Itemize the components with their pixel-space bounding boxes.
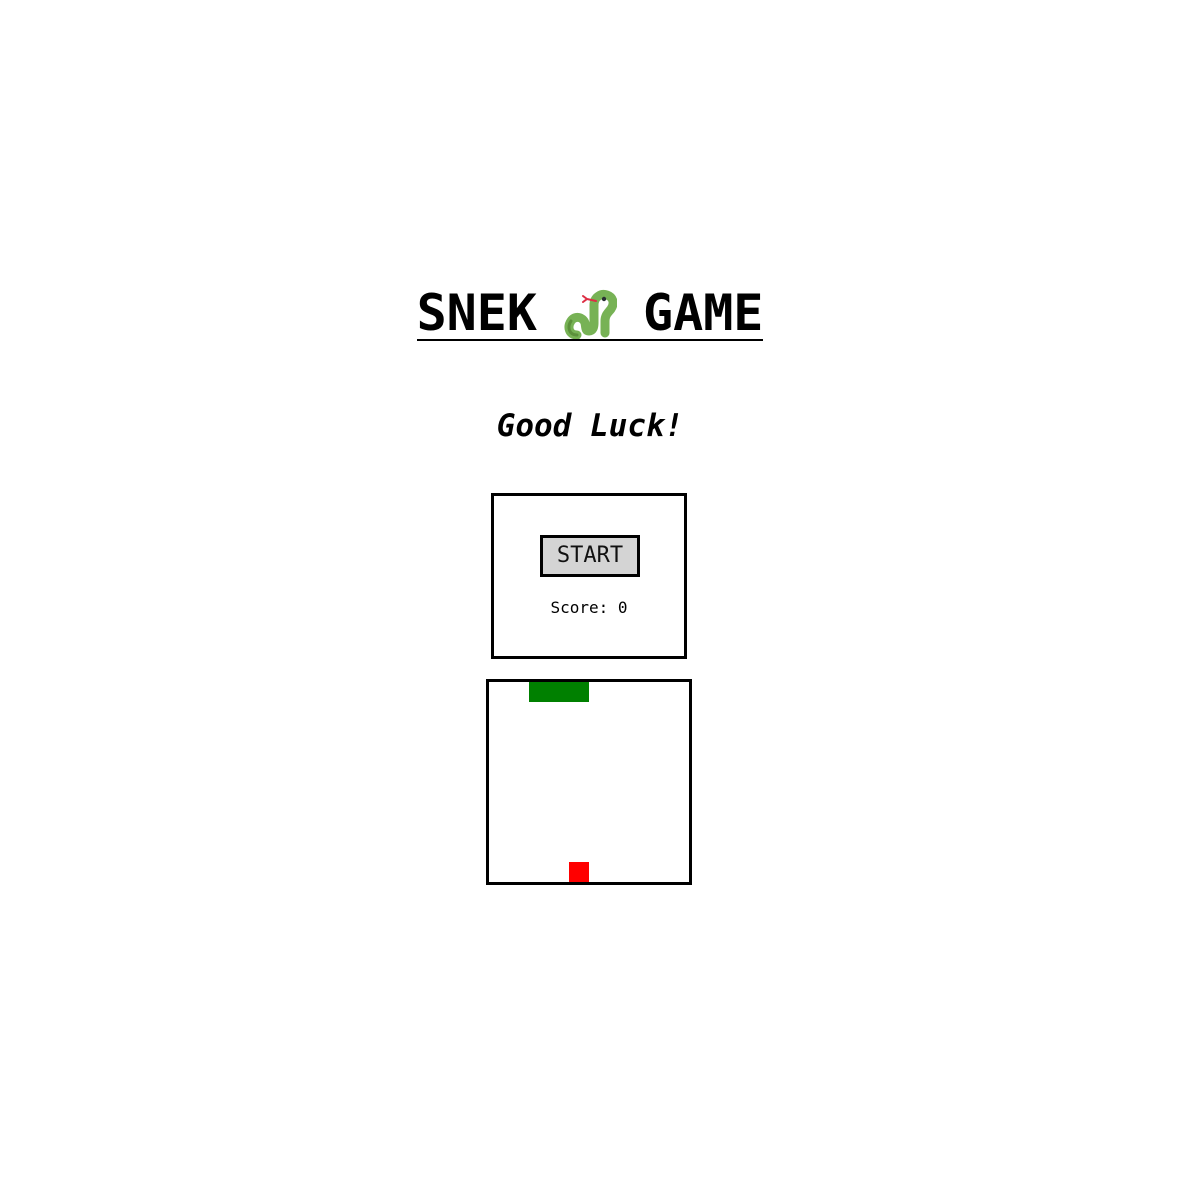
score-display: Score: 0 [550,598,628,617]
food-pellet [569,862,589,882]
start-button[interactable]: START [540,535,640,577]
snake-segment [569,682,589,702]
game-board[interactable] [486,679,692,885]
snake-icon [563,287,618,340]
title-text-left: SNEK [416,284,537,342]
control-panel: START Score: 0 [491,493,687,659]
snake-segment [529,682,549,702]
snake-segment [549,682,569,702]
title-text-right: GAME [643,284,764,342]
subtitle: Good Luck! [496,408,684,444]
page-title: SNEK GAME [0,284,1180,342]
title-underlined: SNEK GAME [416,284,764,342]
